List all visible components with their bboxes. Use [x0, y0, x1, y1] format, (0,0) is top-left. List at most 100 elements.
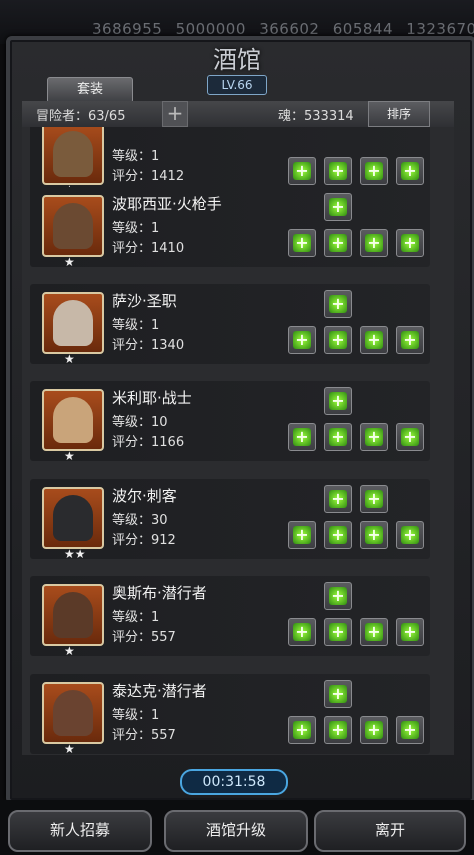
tab-suit[interactable]: 套装	[47, 77, 133, 103]
equip-slot-button[interactable]: +	[288, 618, 316, 646]
plus-icon: +	[293, 623, 311, 641]
equip-slot-button[interactable]: +	[324, 485, 352, 513]
equip-slot-button[interactable]: +	[396, 521, 424, 549]
header-row: 冒险者：63/65 + 魂：533314 排序	[22, 101, 454, 127]
equip-slot-button[interactable]: +	[324, 326, 352, 354]
equip-slot-button[interactable]: +	[360, 521, 388, 549]
equip-slot-button[interactable]: +	[324, 387, 352, 415]
equip-slot-button[interactable]: +	[360, 326, 388, 354]
hero-card[interactable]: ★ 波耶西亚·火枪手 等级：1 评分：1410 + + + + +	[30, 187, 430, 269]
plus-icon: +	[329, 392, 347, 410]
equip-slot-button[interactable]: +	[324, 521, 352, 549]
hero-portrait[interactable]: ★	[42, 292, 104, 366]
equip-slot-button[interactable]: +	[324, 423, 352, 451]
equip-slot-button[interactable]: +	[396, 157, 424, 185]
hero-card[interactable]: ★ 泰达克·潜行者 等级：1 评分：557 + + + + +	[30, 674, 430, 755]
hero-portrait[interactable]: ★	[42, 584, 104, 658]
hero-level: 等级：1	[112, 318, 160, 333]
hero-card[interactable]: ★ 奥斯布·潜行者 等级：1 评分：557 + + + + +	[30, 576, 430, 658]
plus-icon: +	[401, 428, 419, 446]
star-rating: ★	[64, 352, 75, 366]
equip-slot-button[interactable]: +	[324, 618, 352, 646]
equip-slot-button[interactable]: +	[396, 716, 424, 744]
plus-icon: +	[401, 234, 419, 252]
hero-card[interactable]: ★ 米利耶·战士 等级：10 评分：1166 + + + + +	[30, 381, 430, 463]
tavern-upgrade-button[interactable]: 酒馆升级	[164, 810, 308, 852]
equip-slot-button[interactable]: +	[360, 618, 388, 646]
plus-icon: +	[329, 587, 347, 605]
equip-slot-button[interactable]: +	[288, 229, 316, 257]
equip-slot-button[interactable]: +	[324, 229, 352, 257]
plus-icon: +	[293, 331, 311, 349]
add-slot-button[interactable]: +	[162, 101, 188, 127]
hero-name: 萨沙·圣职	[112, 292, 177, 310]
plus-icon: +	[329, 623, 347, 641]
plus-icon: +	[293, 162, 311, 180]
equip-slot-button[interactable]: +	[324, 680, 352, 708]
plus-icon: +	[329, 295, 347, 313]
hero-score: 评分：1412	[112, 169, 185, 184]
plus-icon: +	[401, 162, 419, 180]
panel-title: 酒馆	[213, 46, 261, 74]
hero-list[interactable]: ★ 等级：1 评分：1412 + + + + ★ 波耶西亚·火枪手等级：1 评分：1410 + + + +…	[22, 127, 454, 755]
hero-card[interactable]: ★ 等级：1 评分：1412 + + + +	[30, 127, 430, 197]
plus-icon: +	[293, 428, 311, 446]
equip-slot-button[interactable]: +	[324, 193, 352, 221]
plus-icon: +	[329, 490, 347, 508]
hero-portrait[interactable]: ★★	[42, 487, 104, 561]
plus-icon: +	[293, 526, 311, 544]
equip-slot-button[interactable]: +	[396, 618, 424, 646]
hero-portrait[interactable]: ★	[42, 127, 104, 197]
hero-card[interactable]: ★ 萨沙·圣职 等级：1 评分：1340 + + + + +	[30, 284, 430, 366]
hero-face-image	[53, 131, 93, 177]
equip-slot-button[interactable]: +	[396, 229, 424, 257]
plus-icon: +	[329, 685, 347, 703]
equip-slot-button[interactable]: +	[360, 716, 388, 744]
hero-level: 等级：1	[112, 221, 160, 236]
plus-icon: +	[365, 526, 383, 544]
equip-slot-button[interactable]: +	[360, 485, 388, 513]
equip-slot-button[interactable]: +	[324, 157, 352, 185]
hero-name: 泰达克·潜行者	[112, 682, 207, 700]
equip-slot-button[interactable]: +	[324, 290, 352, 318]
hero-portrait[interactable]: ★	[42, 389, 104, 463]
equip-slot-button[interactable]: +	[396, 423, 424, 451]
equip-slot-button[interactable]: +	[288, 157, 316, 185]
equip-slot-button[interactable]: +	[324, 716, 352, 744]
adventurer-count: 冒险者：63/65	[36, 109, 126, 124]
plus-icon: +	[401, 721, 419, 739]
plus-icon: +	[329, 198, 347, 216]
hero-level: 等级：1	[112, 610, 160, 625]
hero-face-image	[53, 495, 93, 541]
hero-face-image	[53, 300, 93, 346]
equip-slot-button[interactable]: +	[396, 326, 424, 354]
hero-level: 等级：30	[112, 513, 168, 528]
hero-name: 波尔·刺客	[112, 487, 177, 505]
plus-icon: +	[401, 331, 419, 349]
leave-button[interactable]: 离开	[314, 810, 466, 852]
equip-slot-button[interactable]: +	[360, 157, 388, 185]
hero-level: 等级：1	[112, 149, 160, 164]
hero-score: 评分：1410	[112, 241, 185, 256]
hero-card[interactable]: ★★ 波尔·刺客 等级：30 评分：912 + + + + + +	[30, 479, 430, 561]
plus-icon: +	[401, 623, 419, 641]
plus-icon: +	[365, 721, 383, 739]
sort-button[interactable]: 排序	[368, 101, 430, 127]
equip-slot-button[interactable]: +	[324, 582, 352, 610]
equip-slot-button[interactable]: +	[288, 521, 316, 549]
equip-slot-button[interactable]: +	[360, 423, 388, 451]
equip-slot-button[interactable]: +	[288, 423, 316, 451]
recruit-button[interactable]: 新人招募	[8, 810, 152, 852]
plus-icon: +	[329, 526, 347, 544]
hero-portrait[interactable]: ★	[42, 195, 104, 269]
plus-icon: +	[293, 721, 311, 739]
plus-icon: +	[365, 331, 383, 349]
plus-icon: +	[365, 428, 383, 446]
hero-score: 评分：557	[112, 728, 176, 743]
hero-face-image	[53, 203, 93, 249]
star-rating: ★	[64, 449, 75, 463]
equip-slot-button[interactable]: +	[360, 229, 388, 257]
equip-slot-button[interactable]: +	[288, 716, 316, 744]
hero-portrait[interactable]: ★	[42, 682, 104, 755]
equip-slot-button[interactable]: +	[288, 326, 316, 354]
